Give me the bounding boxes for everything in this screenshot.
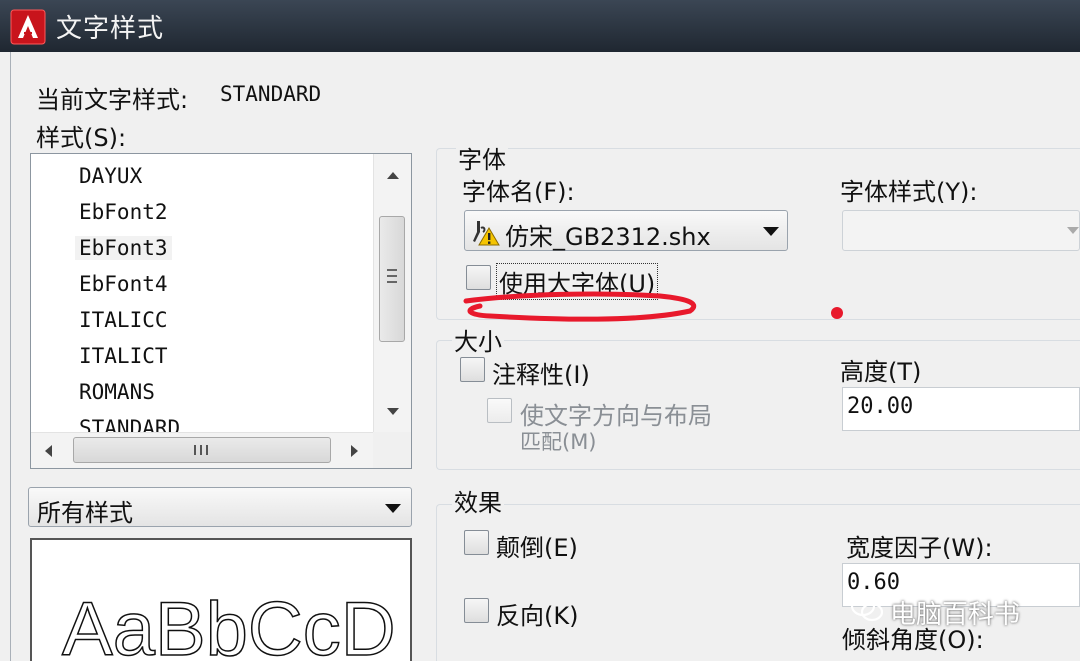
red-underline-annotation <box>463 291 843 322</box>
watermark-text: 电脑百科书 <box>890 600 1021 630</box>
wechat-icon <box>850 595 884 622</box>
